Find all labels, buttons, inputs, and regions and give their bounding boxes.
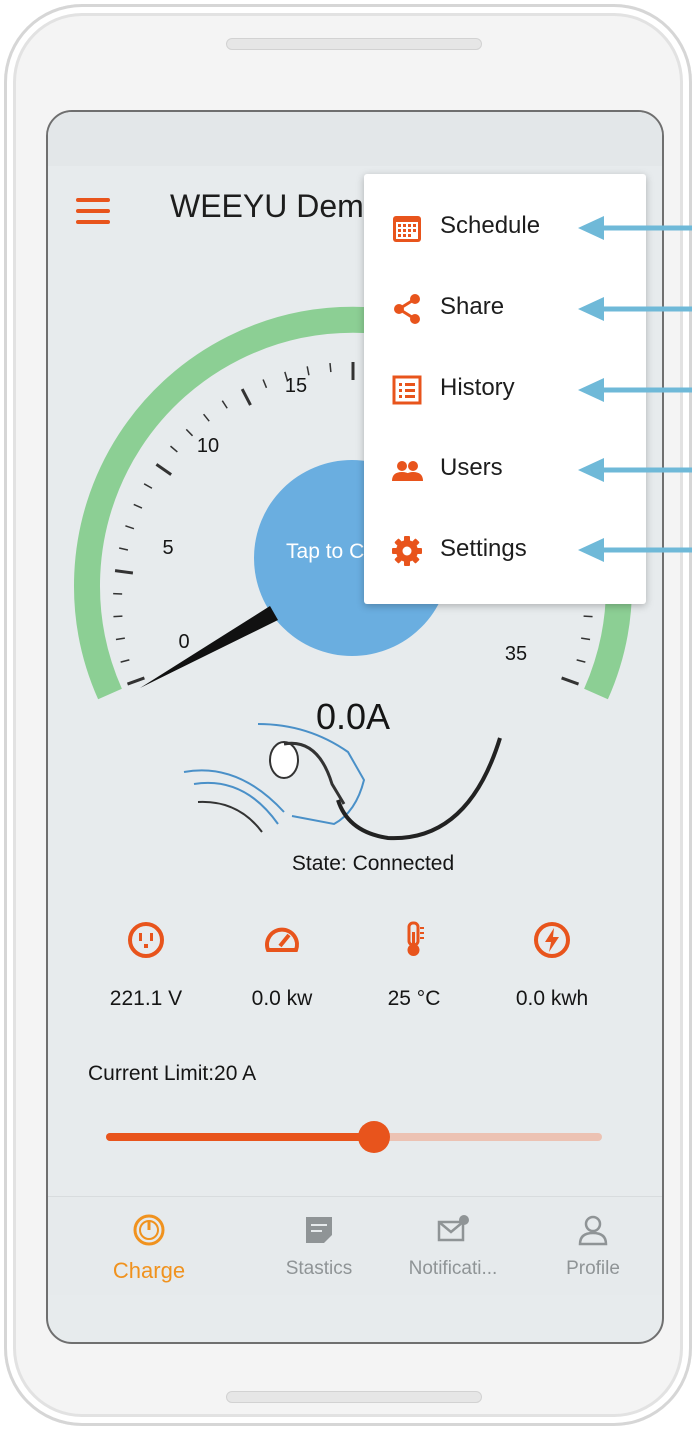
slider-thumb[interactable] <box>357 1121 390 1153</box>
gauge-tick <box>143 483 153 489</box>
phone-home-bar <box>226 1391 482 1403</box>
share-icon <box>394 294 420 324</box>
gauge-tick <box>185 428 194 437</box>
voltage-value: 221.1 V <box>109 987 183 1010</box>
energy-value: 0.0 kwh <box>515 987 589 1010</box>
current-limit-label: Current Limit:20 A <box>88 1062 257 1085</box>
tick-label-10: 10 <box>197 435 219 457</box>
gauge-tick <box>113 615 123 618</box>
gauge-tick <box>583 615 593 618</box>
stat-energy: 0.0 kwh <box>482 920 622 1011</box>
nav-charge[interactable]: Charge <box>74 1197 224 1295</box>
outlet-icon <box>128 922 164 958</box>
gauge-tick <box>561 676 580 686</box>
calendar-icon <box>393 216 421 242</box>
ev-plug-illustration <box>183 723 502 841</box>
menu-item-settings-label: Settings <box>440 535 527 562</box>
stat-temperature: 25 °C <box>344 920 484 1011</box>
current-reading: 0.0A <box>315 696 391 737</box>
gauge-tick <box>120 659 130 663</box>
phone-frame: WEEYU Demo 0 5 10 15 35 Tap to Charge 0.… <box>4 4 692 1426</box>
nav-profile[interactable]: Profile <box>518 1197 662 1295</box>
gauge-tick <box>125 525 135 530</box>
callout-arrows <box>578 216 692 562</box>
gauge-tick <box>155 463 173 476</box>
gauge-tick <box>581 637 591 641</box>
stat-voltage: 221.1 V <box>76 920 216 1011</box>
gauge-tick <box>170 445 178 453</box>
gauge-tick <box>114 569 134 575</box>
person-icon <box>578 1215 608 1246</box>
nav-profile-label: Profile <box>566 1258 620 1279</box>
power-value: 0.0 kw <box>251 987 313 1010</box>
nav-notifications[interactable]: Notificati... <box>378 1197 528 1295</box>
nav-notifications-label: Notificati... <box>408 1258 498 1279</box>
gauge-needle <box>140 606 278 688</box>
gauge-tick <box>221 400 228 409</box>
gauge-tick <box>126 676 145 686</box>
menu-item-schedule-label: Schedule <box>440 212 541 239</box>
mail-icon <box>437 1215 469 1242</box>
gauge-tick <box>115 637 125 641</box>
gauge-tick <box>329 363 332 373</box>
menu-item-share-label: Share <box>440 293 505 320</box>
phone-speaker <box>226 38 482 50</box>
menu-item-users-label: Users <box>440 454 503 481</box>
gauge-icon <box>133 1214 165 1246</box>
connection-state: State: Connected <box>291 852 455 875</box>
gauge-tick <box>262 379 268 389</box>
bottom-navigation: Charge Stastics Notificati... Profile <box>48 1196 662 1295</box>
gauge-tick <box>118 547 129 551</box>
gauge-tick <box>240 388 252 406</box>
gauge-tick <box>203 413 210 422</box>
gauge-tick <box>133 503 143 509</box>
tick-label-0: 0 <box>178 631 189 653</box>
nav-charge-label: Charge <box>112 1258 186 1283</box>
gauge-tick <box>306 366 310 376</box>
list-icon <box>392 375 422 405</box>
lightning-icon <box>534 922 570 958</box>
tick-label-15: 15 <box>285 375 307 397</box>
menu-item-history-label: History <box>440 374 515 401</box>
notes-icon <box>306 1217 332 1243</box>
temperature-value: 25 °C <box>387 987 441 1010</box>
slider-fill <box>106 1133 374 1141</box>
stat-power: 0.0 kw <box>212 920 352 1011</box>
gear-icon <box>392 536 422 566</box>
nav-statistics-label: Stastics <box>285 1258 353 1279</box>
nav-statistics[interactable]: Stastics <box>244 1197 394 1295</box>
thermometer-icon <box>407 921 424 956</box>
current-limit-slider[interactable] <box>106 1120 602 1154</box>
gauge-tick <box>576 659 586 663</box>
users-icon <box>392 461 423 481</box>
tick-label-35: 35 <box>505 643 527 665</box>
speedometer-icon <box>265 927 299 952</box>
tick-label-5: 5 <box>162 537 173 559</box>
